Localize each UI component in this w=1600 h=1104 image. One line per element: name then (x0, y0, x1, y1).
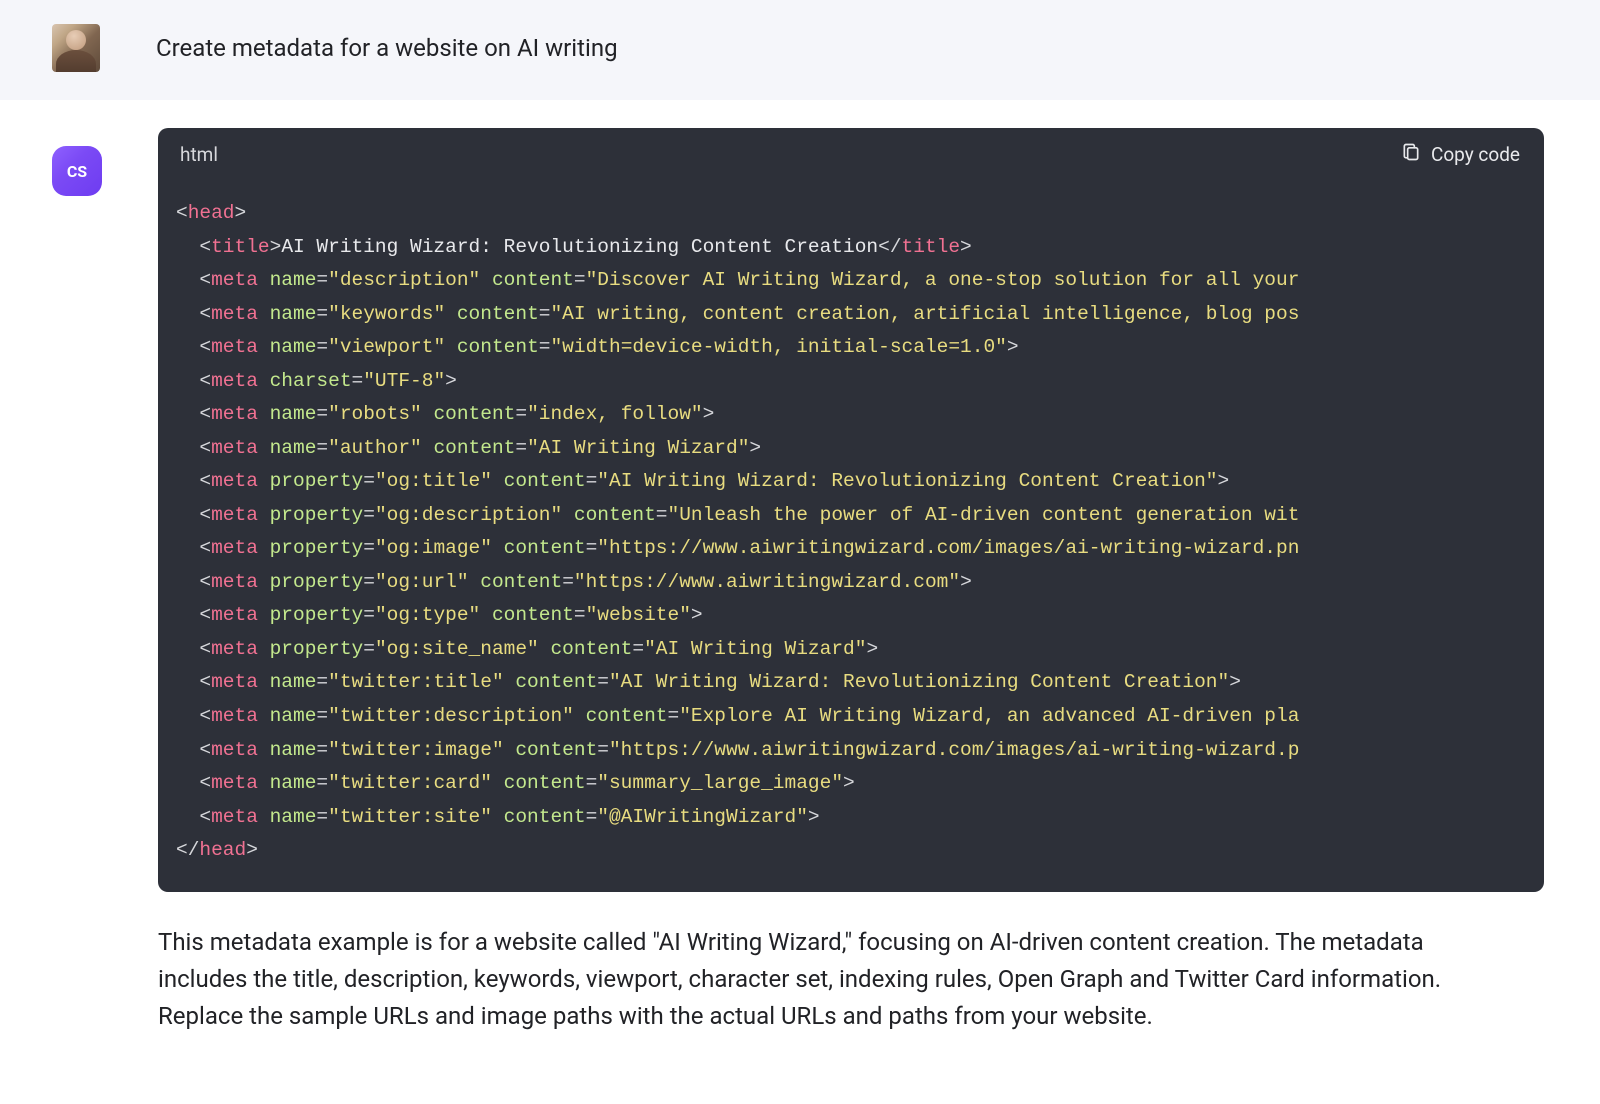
assistant-avatar: CS (52, 146, 102, 196)
assistant-message-row: CS html Copy code <head><title>AI Writin… (0, 100, 1600, 1063)
copy-icon (1401, 142, 1421, 167)
user-prompt-text: Create metadata for a website on AI writ… (156, 34, 618, 62)
code-header: html Copy code (158, 128, 1544, 181)
code-body[interactable]: <head><title>AI Writing Wizard: Revoluti… (158, 181, 1544, 892)
code-language-label: html (180, 143, 218, 166)
user-message-row: Create metadata for a website on AI writ… (0, 0, 1600, 100)
copy-code-label: Copy code (1431, 143, 1520, 166)
assistant-explanation-text: This metadata example is for a website c… (158, 924, 1518, 1036)
copy-code-button[interactable]: Copy code (1401, 142, 1520, 167)
assistant-content: html Copy code <head><title>AI Writing W… (158, 128, 1544, 1035)
user-avatar (52, 24, 100, 72)
code-block: html Copy code <head><title>AI Writing W… (158, 128, 1544, 892)
